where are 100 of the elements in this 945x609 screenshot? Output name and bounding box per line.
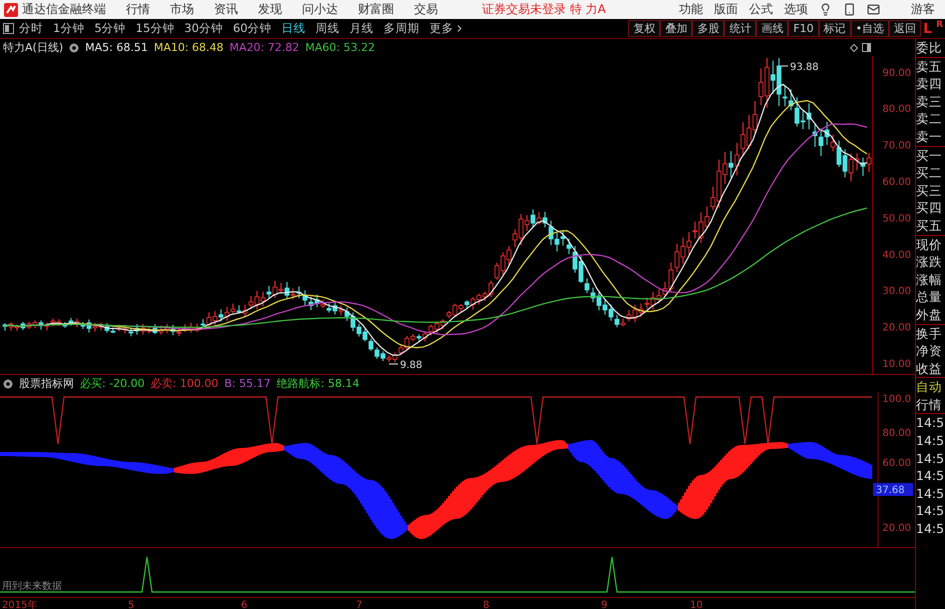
chart-title: 特力A(日线) bbox=[3, 40, 64, 55]
tool-button[interactable]: 画线 bbox=[756, 20, 788, 38]
legend-value: 必买: -20.00 bbox=[80, 376, 145, 391]
quote-label: 委比 bbox=[916, 39, 943, 57]
axis-label: 6 bbox=[241, 600, 248, 609]
trade-time: 14:5 bbox=[916, 450, 945, 468]
login-status: 证券交易未登录 特 力A bbox=[482, 1, 606, 18]
quote-label: 净资 bbox=[916, 342, 943, 360]
period-tab[interactable]: 分时 bbox=[14, 21, 48, 36]
quote-label: 涨跌 bbox=[916, 253, 943, 271]
period-tab[interactable]: 60分钟 bbox=[228, 21, 277, 36]
period-tab[interactable]: 周线 bbox=[310, 21, 345, 36]
trade-time: 14:5 bbox=[916, 467, 945, 485]
panel-toggle[interactable]: L bbox=[921, 20, 934, 37]
trade-time: 14:5 bbox=[916, 520, 945, 538]
tool-button[interactable]: 统计 bbox=[724, 20, 756, 38]
legend-value: MA60: 53.22 bbox=[305, 41, 375, 54]
warning-note: 用到未来数据 bbox=[2, 581, 62, 592]
quote-label: 卖二 bbox=[916, 110, 943, 128]
axis-label: 10 bbox=[690, 600, 703, 609]
tool-button[interactable]: 返回 bbox=[889, 20, 922, 38]
quote-label: 买一 bbox=[916, 146, 943, 164]
period-tab[interactable]: 更多 bbox=[424, 21, 470, 36]
quote-label: 换手 bbox=[916, 324, 943, 342]
status-label: 行情 bbox=[916, 396, 943, 414]
menu-item[interactable]: 问小达 bbox=[302, 1, 338, 18]
period-tab[interactable]: 15分钟 bbox=[130, 21, 180, 36]
diamond-icon[interactable] bbox=[850, 44, 858, 52]
legend-value: B: 55.17 bbox=[224, 377, 271, 390]
period-tab[interactable]: 30分钟 bbox=[179, 21, 228, 36]
axis-label: 7 bbox=[356, 600, 362, 609]
menu-item[interactable]: 发现 bbox=[258, 1, 282, 18]
quote-label: 卖四 bbox=[916, 75, 943, 93]
tool-button[interactable]: 多股 bbox=[692, 20, 724, 38]
quote-label: 总量 bbox=[916, 288, 943, 306]
low-price-label: 9.88 bbox=[400, 360, 422, 371]
axis-label: 20.00 bbox=[882, 523, 911, 534]
quote-label: 卖三 bbox=[916, 92, 943, 110]
tool-button[interactable]: 叠加 bbox=[660, 20, 692, 38]
axis-label: 8 bbox=[483, 600, 490, 609]
user-name[interactable]: 游客 bbox=[911, 1, 935, 18]
legend-value: 绝路航标: 58.14 bbox=[276, 376, 360, 391]
period-tab[interactable]: 1分钟 bbox=[48, 21, 90, 36]
trade-time: 14:5 bbox=[916, 414, 945, 432]
period-tab[interactable]: 5分钟 bbox=[89, 21, 131, 36]
axis-label: 5 bbox=[128, 600, 134, 609]
axis-label: 100.0 bbox=[882, 394, 911, 405]
panel-toggle[interactable]: R bbox=[934, 20, 945, 30]
logo-icon bbox=[4, 2, 18, 17]
axis-label: 70.00 bbox=[882, 140, 911, 152]
menu-item[interactable]: 版面 bbox=[714, 1, 738, 18]
axis-label: 80.00 bbox=[882, 104, 911, 116]
axis-label: 9 bbox=[601, 600, 608, 609]
period-tab[interactable]: 日线 bbox=[276, 21, 311, 36]
quote-label: 卖一 bbox=[916, 128, 943, 146]
legend-value: 必卖: 100.00 bbox=[150, 376, 218, 391]
quote-label: 涨幅 bbox=[916, 270, 943, 288]
menu-item[interactable]: 市场 bbox=[170, 1, 194, 18]
legend-value: MA5: 68.51 bbox=[85, 41, 148, 54]
menu-item[interactable]: 选项 bbox=[784, 1, 808, 18]
axis-label: 10.00 bbox=[882, 359, 911, 370]
menu-item[interactable]: 财富圈 bbox=[358, 1, 394, 18]
tool-button[interactable]: 复权 bbox=[628, 20, 660, 38]
axis-label: 50.00 bbox=[882, 213, 911, 224]
legend-value: MA10: 68.48 bbox=[154, 41, 224, 54]
axis-label: 80.00 bbox=[882, 428, 911, 439]
quote-label: 买三 bbox=[916, 182, 943, 200]
bulb-icon[interactable] bbox=[819, 3, 832, 16]
period-tab[interactable]: 多周期 bbox=[378, 21, 425, 36]
settings-icon[interactable] bbox=[3, 378, 13, 388]
tool-button[interactable]: 标记 bbox=[818, 20, 851, 38]
app-title: 通达信金融终端 bbox=[22, 1, 106, 18]
axis-label: 90.00 bbox=[882, 68, 911, 79]
quote-label: 现价 bbox=[916, 236, 943, 254]
quote-label: 买五 bbox=[916, 216, 943, 235]
high-price-label: 93.88 bbox=[790, 62, 819, 73]
panel-icon[interactable] bbox=[862, 43, 871, 52]
window-icon[interactable] bbox=[3, 23, 14, 34]
settings-icon[interactable] bbox=[69, 42, 80, 52]
trade-time: 14:5 bbox=[916, 432, 945, 450]
indicator-name: 股票指标网 bbox=[19, 376, 74, 391]
menu-item[interactable]: 资讯 bbox=[214, 1, 238, 18]
phone-icon[interactable] bbox=[843, 3, 856, 16]
legend-value: MA20: 72.82 bbox=[230, 41, 300, 54]
mail-icon[interactable] bbox=[867, 3, 880, 16]
axis-label: 60.00 bbox=[882, 177, 911, 188]
tool-button[interactable]: F10 bbox=[788, 20, 819, 38]
axis-label: 20.00 bbox=[882, 322, 911, 334]
quote-label: 收益 bbox=[916, 360, 943, 378]
period-tab[interactable]: 月线 bbox=[344, 21, 379, 36]
axis-label: 30.00 bbox=[882, 286, 911, 298]
axis-label: 2015年 bbox=[2, 600, 38, 609]
menu-item[interactable]: 公式 bbox=[749, 1, 773, 18]
menu-item[interactable]: 行情 bbox=[126, 1, 150, 18]
tool-button[interactable]: •自选 bbox=[850, 20, 890, 38]
menu-item[interactable]: 功能 bbox=[679, 1, 703, 18]
quote-label: 买二 bbox=[916, 164, 943, 182]
axis-label: 60.00 bbox=[882, 458, 911, 469]
trade-time: 14:5 bbox=[916, 502, 945, 520]
menu-item[interactable]: 交易 bbox=[414, 1, 438, 18]
